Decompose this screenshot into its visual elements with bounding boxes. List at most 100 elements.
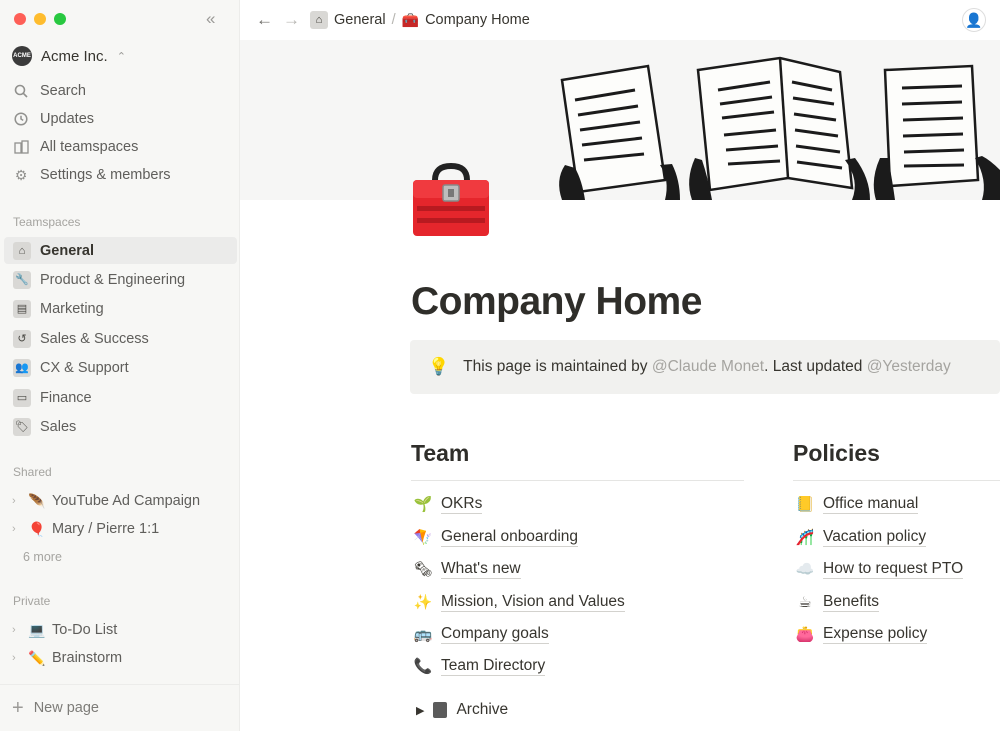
sidebar-item-label: Brainstorm [52, 650, 123, 666]
chevron-right-icon[interactable]: › [12, 652, 22, 664]
updated-mention[interactable]: @Yesterday [867, 358, 951, 375]
new-page-label: New page [33, 700, 99, 716]
forward-arrow-icon[interactable]: → [283, 10, 300, 30]
tag-icon: 🏷 [13, 417, 31, 436]
page-link-label: What's new [441, 560, 521, 579]
sidebar-item-label: Sales [40, 418, 77, 435]
sidebar-item-youtube-ad-campaign[interactable]: › 🪶 YouTube Ad Campaign [12, 488, 200, 514]
page-link-label: Mission, Vision and Values [441, 593, 625, 612]
sidebar-item-product-engineering[interactable]: 🔧 Product & Engineering [4, 266, 237, 293]
chevron-right-icon[interactable]: › [12, 624, 22, 636]
sidebar-item-brainstorm[interactable]: › ✏️ Brainstorm [12, 645, 122, 671]
callout-middle: . Last updated [764, 358, 863, 375]
billboard-icon: ▤ [13, 299, 31, 318]
nav-search-label: Search [40, 83, 86, 99]
close-window-button[interactable] [14, 13, 26, 25]
workspace-name: Acme Inc. [41, 47, 108, 65]
breadcrumb-current[interactable]: Company Home [425, 12, 530, 28]
workspace-switcher[interactable]: ACME Acme Inc. ⌃ [12, 46, 126, 66]
sidebar-item-label: Mary / Pierre 1:1 [52, 521, 160, 537]
sidebar-item-label: Sales & Success [40, 330, 149, 347]
breadcrumb-separator: / [391, 12, 396, 28]
cloud-icon: ☁️ [795, 561, 815, 578]
sidebar-item-label: Marketing [40, 300, 104, 317]
page-link-vacation-policy[interactable]: 🎢 Vacation policy [795, 527, 927, 547]
page-link-benefits[interactable]: ☕ Benefits [795, 592, 880, 612]
page-link-company-goals[interactable]: 🚌 Company goals [413, 624, 549, 644]
chevron-right-icon[interactable]: › [12, 495, 22, 507]
page-link-request-pto[interactable]: ☁️ How to request PTO [795, 559, 964, 579]
sidebar-item-label: Product & Engineering [40, 271, 186, 288]
maintainer-mention[interactable]: @Claude Monet [652, 358, 764, 375]
page-link-whats-new[interactable]: 🗞 What's new [413, 559, 521, 579]
new-page-button[interactable]: + New page [0, 684, 240, 731]
sidebar-item-label: CX & Support [40, 359, 129, 376]
page-link-office-manual[interactable]: 📒 Office manual [795, 494, 919, 514]
teamspaces-section-label: Teamspaces [13, 215, 81, 229]
sidebar-item-marketing[interactable]: ▤ Marketing [4, 295, 237, 322]
coffee-icon: ☕ [798, 594, 812, 611]
sidebar-item-label: General [40, 242, 94, 259]
chevron-right-icon[interactable]: › [12, 523, 22, 535]
team-divider [411, 480, 744, 481]
page-link-expense-policy[interactable]: 👛 Expense policy [795, 624, 928, 644]
sidebar-item-sales[interactable]: 🏷 Sales [4, 413, 237, 440]
page-link-team-directory[interactable]: 📞 Team Directory [413, 656, 546, 676]
sidebar-item-label: Finance [40, 389, 92, 406]
page-link-label: General onboarding [441, 528, 579, 547]
callout-block[interactable]: 💡 This page is maintained by @Claude Mon… [410, 340, 1000, 394]
nav-updates-label: Updates [40, 111, 95, 127]
page-link-mission[interactable]: ✨ Mission, Vision and Values [413, 592, 625, 612]
nav-settings[interactable]: ⚙ Settings & members [12, 162, 171, 188]
sidebar-item-sales-success[interactable]: ↺ Sales & Success [4, 325, 237, 352]
shared-more-link[interactable]: 6 more [23, 550, 62, 564]
sidebar-item-cx-support[interactable]: 👥 CX & Support [4, 354, 237, 381]
nav-updates[interactable]: Updates [12, 106, 94, 132]
wrench-icon: 🔧 [13, 270, 31, 289]
page-title[interactable]: Company Home [411, 280, 702, 324]
team-heading: Team [411, 440, 470, 466]
sidebar-item-general[interactable]: ⌂ General [4, 237, 237, 264]
history-icon: ↺ [13, 329, 31, 348]
nav-search[interactable]: Search [12, 78, 86, 104]
page-link-label: Benefits [823, 593, 880, 612]
nav-all-teamspaces[interactable]: All teamspaces [12, 134, 138, 160]
breadcrumb-parent[interactable]: General [334, 12, 386, 28]
top-bar: ← → ⌂ General / 🧰 Company Home 👤 [240, 0, 1000, 40]
minimize-window-button[interactable] [34, 13, 46, 25]
phone-icon: 📞 [413, 658, 433, 675]
money-icon: ▭ [13, 388, 31, 407]
sidebar-item-todo-list[interactable]: › 💻 To-Do List [12, 617, 117, 643]
sidebar-item-finance[interactable]: ▭ Finance [4, 384, 237, 411]
maximize-window-button[interactable] [54, 13, 66, 25]
home-icon: ⌂ [310, 11, 328, 29]
laptop-icon: 💻 [28, 621, 46, 638]
triangle-right-icon[interactable]: ▶ [416, 704, 424, 717]
purse-icon: 👛 [795, 626, 815, 643]
chevron-updown-icon: ⌃ [116, 50, 126, 63]
toolbox-icon[interactable] [411, 160, 493, 240]
nav-settings-label: Settings & members [40, 167, 171, 183]
page-link-label: Vacation policy [823, 528, 927, 547]
buildings-icon [12, 138, 30, 156]
archive-toggle[interactable]: ▶ Archive [416, 701, 508, 719]
avatar[interactable]: 👤 [962, 8, 986, 32]
toolbox-icon: 🧰 [401, 11, 420, 28]
back-arrow-icon[interactable]: ← [256, 10, 273, 30]
kite-icon: 🪁 [413, 529, 433, 546]
page-link-label: How to request PTO [823, 560, 964, 579]
sidebar: « ACME Acme Inc. ⌃ Search Updates All te… [0, 0, 240, 731]
workspace-logo: ACME [12, 46, 32, 66]
feather-icon: 🪶 [28, 492, 46, 509]
page-link-label: Team Directory [441, 657, 546, 676]
policies-heading: Policies [793, 440, 880, 466]
cover-image [240, 40, 1000, 200]
page-link-okrs[interactable]: 🌱 OKRs [413, 494, 483, 514]
sidebar-item-mary-pierre[interactable]: › 🎈 Mary / Pierre 1:1 [12, 516, 159, 542]
notebook-icon: 📒 [795, 496, 815, 513]
callout-prefix: This page is maintained by [463, 358, 648, 375]
page-link-general-onboarding[interactable]: 🪁 General onboarding [413, 527, 579, 547]
collapse-sidebar-icon[interactable]: « [206, 9, 216, 29]
nav-all-teamspaces-label: All teamspaces [40, 139, 139, 155]
lightbulb-icon: 💡 [428, 357, 450, 376]
